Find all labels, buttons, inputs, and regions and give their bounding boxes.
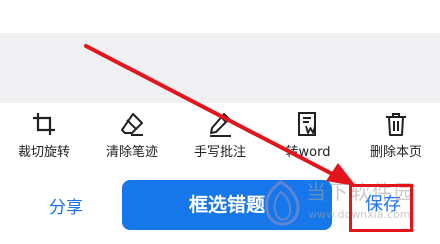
edit-toolbar: 裁切旋转 清除笔迹 手写批注 转word 删除本页	[0, 103, 440, 165]
tool-convert-word[interactable]: 转word	[264, 111, 352, 161]
share-button[interactable]: 分享	[38, 195, 94, 221]
crop-rotate-icon	[33, 113, 55, 135]
tool-crop-rotate[interactable]: 裁切旋转	[0, 111, 88, 161]
eraser-icon	[121, 113, 143, 136]
word-doc-icon	[298, 112, 316, 136]
save-highlight-box	[349, 184, 413, 232]
tool-label: 手写批注	[193, 145, 246, 160]
tool-clear-ink[interactable]: 清除笔迹	[88, 111, 176, 161]
screen: 裁切旋转 清除笔迹 手写批注 转word 删除本页 分享 框选错题 保存 当下软…	[0, 0, 440, 244]
tool-label: 清除笔迹	[105, 145, 158, 160]
tool-delete-page[interactable]: 删除本页	[352, 111, 440, 161]
tool-label: 裁切旋转	[17, 145, 70, 160]
document-preview-area	[0, 33, 440, 103]
tool-label: 转word	[285, 145, 331, 160]
tool-handwrite-annotate[interactable]: 手写批注	[176, 111, 264, 161]
trash-icon	[386, 113, 406, 136]
tool-label: 删除本页	[369, 145, 422, 160]
watermark-logo-icon	[265, 180, 300, 226]
pen-icon	[210, 113, 231, 137]
